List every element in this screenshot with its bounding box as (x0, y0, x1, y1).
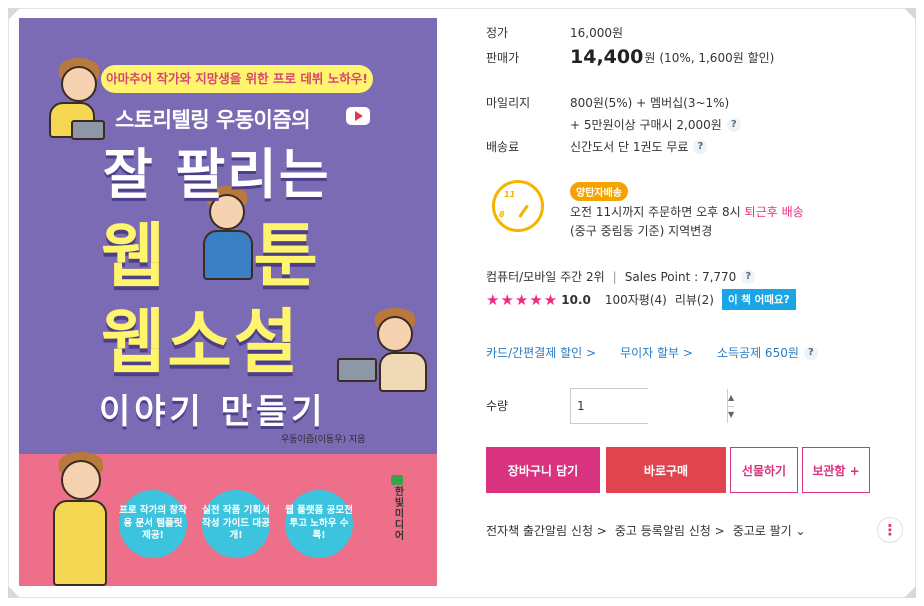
delivery-badge: 양탄자배송 (570, 182, 628, 201)
help-icon[interactable]: ? (803, 345, 818, 360)
mileage-label: 마일리지 (486, 96, 531, 110)
cover-bubble-text: 프로 작가의 창작용 문서 템플릿 제공! (119, 504, 187, 542)
sale-price-note: (10%, 1,600원 할인) (659, 50, 775, 65)
clock-icon: 11 8 (492, 180, 544, 232)
illustration-writer-top (61, 66, 97, 102)
mileage-line2: + 5만원이상 구매시 2,000원 (570, 118, 722, 132)
illustration-laptop (337, 358, 377, 382)
publisher-logo-icon (391, 475, 403, 485)
help-icon[interactable]: ? (741, 269, 756, 284)
illustration-laptop (71, 120, 105, 140)
cover-bubble: 웹 플랫폼 공모전 투고 노하우 수록! (285, 490, 353, 558)
rating-stars: ★★★★★ (486, 290, 559, 309)
illustration-body (53, 500, 107, 586)
wishlist-button[interactable]: 보관함 + (802, 447, 870, 493)
list-price-label: 정가 (486, 26, 509, 40)
quantity-label: 수량 (486, 399, 509, 413)
footer-links: 전자책 출간알림 신청 > 중고 등록알림 신청 > 중고로 팔기 ⌄ (486, 522, 806, 539)
review-100-link[interactable]: 100자평(4) (605, 291, 667, 308)
clock-hand (518, 204, 529, 218)
cover-author: 우동이즘(이동우) 지음 (281, 435, 366, 445)
frame-corner (8, 586, 20, 598)
quantity-row: 수량 (486, 397, 570, 414)
card-discount-link[interactable]: 카드/간편결제 할인 > (486, 344, 596, 361)
cover-title-line1: 잘 팔리는 (103, 143, 331, 206)
clock-label-11: 11 (504, 190, 516, 199)
rating-row: ★★★★★ 10.0 100자평(4) 리뷰(2) 이 책 어때요? (486, 289, 796, 310)
product-detail: 정가 16,000원 판매가 14,400 원 (10%, 1,600원 할인)… (486, 0, 906, 606)
book-cover[interactable]: 아마추어 작가와 지망생을 위한 프로 데뷔 노하우! 스토리텔링 우동이즘의 … (19, 18, 437, 586)
deduction-link[interactable]: 소득공제 650원 (717, 344, 799, 361)
mileage-row: 마일리지 800원(5%) + 멤버십(3~1%) (486, 94, 729, 111)
shipping-label: 배송료 (486, 140, 520, 154)
quantity-input[interactable] (571, 389, 727, 423)
list-price-value: 16,000원 (570, 26, 624, 40)
shipping-row: 배송료 신간도서 단 1권도 무료 ? (486, 138, 708, 155)
mileage-row-2: + 5만원이상 구매시 2,000원 ? (570, 116, 741, 133)
sale-price-row: 판매가 14,400 원 (10%, 1,600원 할인) (486, 46, 774, 68)
cover-bubble: 프로 작가의 창작용 문서 템플릿 제공! (119, 490, 187, 558)
used-notify-link[interactable]: 중고 등록알림 신청 > (615, 522, 725, 539)
installment-link[interactable]: 무이자 할부 > (620, 344, 693, 361)
quantity-arrows: ▲ ▼ (727, 389, 735, 424)
sale-price-label: 판매가 (486, 50, 520, 65)
shipping-value: 신간도서 단 1권도 무료 (570, 140, 689, 154)
delivery-line2[interactable]: (중구 중림동 기준) 지역변경 (570, 222, 712, 239)
increment-icon[interactable]: ▲ (728, 389, 735, 407)
cover-banner: 아마추어 작가와 지망생을 위한 프로 데뷔 노하우! (101, 65, 373, 93)
more-options-icon[interactable]: ⋮ (877, 517, 903, 543)
ranking-separator: | (612, 269, 617, 284)
delivery-line1-text: 오전 11시까지 주문하면 오후 8시 (570, 205, 741, 219)
sale-price-value: 14,400 (570, 46, 644, 68)
sales-point: Sales Point : 7,770 (624, 269, 737, 284)
gift-button[interactable]: 선물하기 (730, 447, 798, 493)
ebook-notify-link[interactable]: 전자책 출간알림 신청 > (486, 522, 607, 539)
cover-publisher: 한빛미디어 (392, 486, 403, 541)
this-book-button[interactable]: 이 책 어때요? (721, 289, 796, 310)
buy-now-button[interactable]: 바로구매 (606, 447, 726, 493)
delivery-line1: 오전 11시까지 주문하면 오후 8시 퇴근후 배송 (570, 203, 804, 220)
quantity-stepper[interactable]: ▲ ▼ (570, 388, 735, 424)
sale-price-unit: 원 (644, 50, 656, 65)
clock-label-8: 8 (499, 210, 505, 219)
delivery-highlight: 퇴근후 배송 (744, 205, 804, 219)
cover-bubble-text: 웹 플랫폼 공모전 투고 노하우 수록! (285, 504, 353, 542)
ranking-text[interactable]: 컴퓨터/모바일 주간 2위 (486, 268, 605, 285)
list-price-row: 정가 16,000원 (486, 24, 623, 41)
decrement-icon[interactable]: ▼ (728, 407, 734, 424)
delivery-region[interactable]: (중구 중림동 기준) 지역변경 (570, 222, 712, 239)
ranking-row: 컴퓨터/모바일 주간 2위 | Sales Point : 7,770 ? (486, 268, 756, 285)
delivery-badge-row: 양탄자배송 (570, 182, 628, 201)
help-icon[interactable]: ? (726, 117, 741, 132)
cover-bubble-text: 실전 작품 기획서 작성 가이드 대공개! (202, 504, 270, 542)
cover-title-line4: 이야기 만들기 (99, 392, 327, 432)
play-icon (346, 107, 370, 125)
cover-title-line3: 웹소설 (101, 301, 301, 383)
benefit-links: 카드/간편결제 할인 > 무이자 할부 > 소득공제 650원 ? (486, 344, 818, 361)
cover-bubble: 실전 작품 기획서 작성 가이드 대공개! (202, 490, 270, 558)
rating-score: 10.0 (561, 292, 591, 307)
add-to-cart-button[interactable]: 장바구니 담기 (486, 447, 600, 493)
illustration-thinker (61, 460, 101, 500)
mileage-line1: 800원(5%) + 멤버십(3~1%) (570, 96, 730, 110)
help-icon[interactable]: ? (693, 139, 708, 154)
used-sell-link[interactable]: 중고로 팔기 ⌄ (733, 522, 806, 539)
review-link[interactable]: 리뷰(2) (675, 291, 714, 308)
illustration-body (379, 352, 427, 392)
illustration-worker-right (377, 316, 413, 352)
